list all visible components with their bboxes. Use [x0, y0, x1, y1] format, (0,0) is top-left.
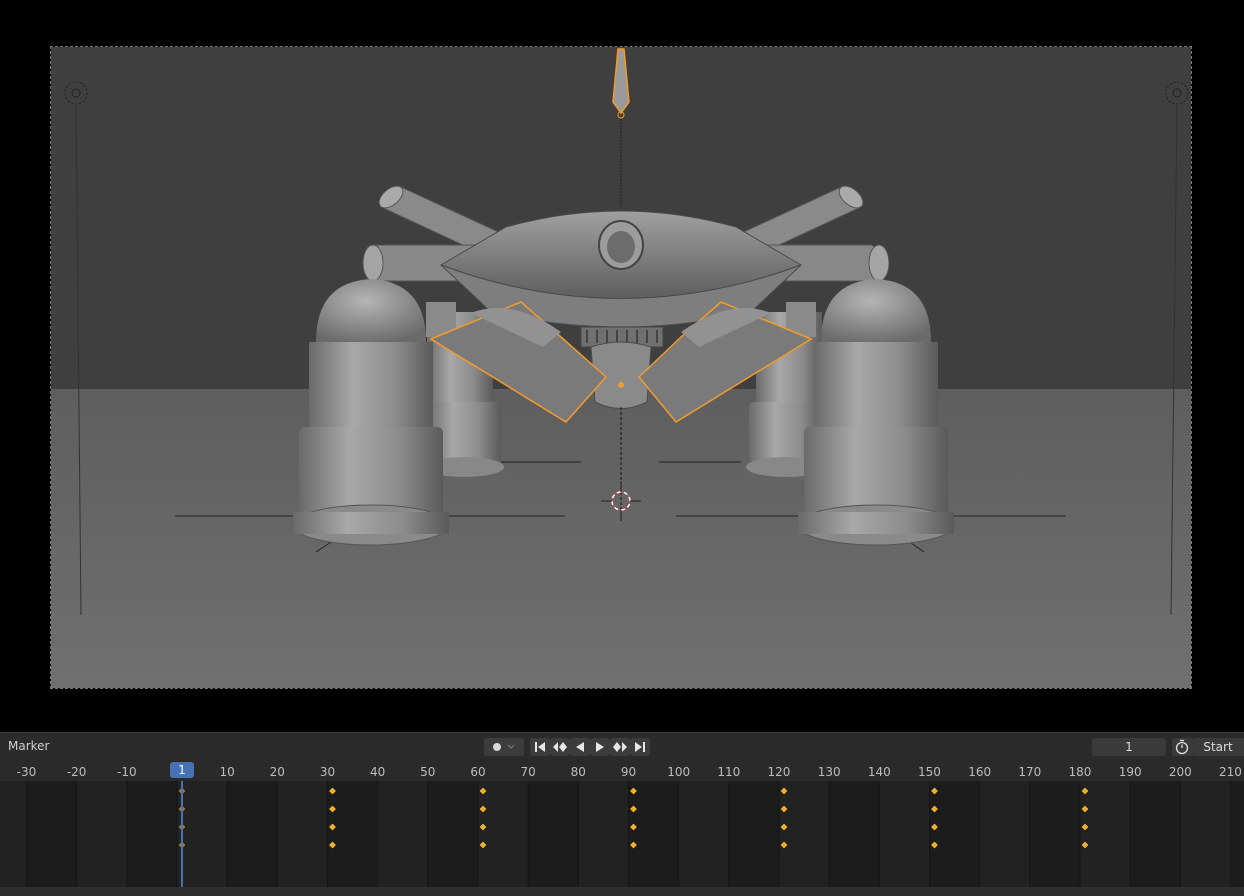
- ruler-tick-label: 40: [370, 765, 386, 779]
- frame-column: [578, 781, 629, 887]
- frame-column: [979, 781, 1030, 887]
- keyframe-tracks[interactable]: [0, 781, 1244, 887]
- camera-frame: [50, 46, 1192, 689]
- frame-column: [126, 781, 177, 887]
- next-keyframe-button[interactable]: [610, 738, 630, 756]
- marker-menu[interactable]: Marker: [8, 739, 49, 753]
- prev-keyframe-icon: [553, 742, 567, 752]
- ruler-tick-label: 10: [219, 765, 235, 779]
- frame-column: [327, 781, 378, 887]
- ruler-tick-label: -20: [66, 765, 87, 779]
- current-frame-field[interactable]: 1: [1092, 738, 1166, 756]
- frame-column: [778, 781, 830, 887]
- frame-ruler[interactable]: 1 -30 -20 -10 10 20 30 40 50 60 70 80 90 100 110 120 13…: [0, 759, 1244, 781]
- frame-column: [227, 781, 278, 887]
- ruler-tick-label: 80: [570, 765, 586, 779]
- ruler-tick-label: 210: [1219, 765, 1242, 779]
- start-frame-field[interactable]: Start: [1192, 738, 1244, 756]
- frame-column: [176, 781, 228, 887]
- frame-column: [879, 781, 930, 887]
- ruler-tick-label: 190: [1118, 765, 1142, 779]
- dropdown-chevron-icon: [507, 744, 515, 749]
- next-keyframe-icon: [613, 742, 627, 752]
- play-reverse-button[interactable]: [570, 738, 590, 756]
- frame-column: [0, 781, 27, 887]
- object-origin[interactable]: [618, 382, 624, 388]
- ruler-tick-label: 140: [867, 765, 891, 779]
- frame-column: [628, 781, 679, 887]
- frame-column: [427, 781, 478, 887]
- frame-column: [929, 781, 980, 887]
- jump-start-button[interactable]: [530, 738, 550, 756]
- jump-end-button[interactable]: [630, 738, 650, 756]
- timeline-header: Marker 1 Start: [0, 733, 1244, 759]
- ruler-tick-label: 130: [817, 765, 841, 779]
- 3d-viewport[interactable]: [0, 0, 1244, 732]
- ruler-tick-label: 180: [1068, 765, 1092, 779]
- ruler-tick-label: 110: [717, 765, 741, 779]
- frame-column: [26, 781, 77, 887]
- ruler-tick-label: 120: [767, 765, 791, 779]
- ruler-tick-label: 170: [1018, 765, 1042, 779]
- frame-column: [477, 781, 529, 887]
- use-preview-range-button[interactable]: [1172, 738, 1192, 756]
- prev-keyframe-button[interactable]: [550, 738, 570, 756]
- auto-keying-toggle[interactable]: [484, 738, 524, 756]
- stopwatch-icon: [1175, 739, 1189, 755]
- ruler-tick-label: 20: [269, 765, 285, 779]
- jump-start-icon: [535, 742, 545, 752]
- ruler-tick-label: -10: [117, 765, 137, 779]
- play-button[interactable]: [590, 738, 610, 756]
- frame-column: [528, 781, 579, 887]
- record-dot-icon: [493, 743, 501, 751]
- play-icon: [596, 742, 604, 752]
- frame-column: [1180, 781, 1231, 887]
- timeline-editor[interactable]: Marker 1 Start 1 -30 -20 -10 10 20 30 40…: [0, 732, 1244, 896]
- ruler-tick-label: 30: [319, 765, 336, 779]
- ruler-tick-label: 100: [667, 765, 691, 779]
- frame-column: [728, 781, 779, 887]
- current-frame-indicator[interactable]: 1: [170, 762, 194, 778]
- ruler-tick-label: 160: [968, 765, 992, 779]
- jump-end-icon: [635, 742, 645, 752]
- ruler-tick-label: 70: [520, 765, 536, 779]
- frame-column: [277, 781, 328, 887]
- scene-render[interactable]: [51, 47, 1191, 688]
- frame-column: [1079, 781, 1131, 887]
- ruler-tick-label: 150: [918, 765, 941, 779]
- frame-column: [76, 781, 127, 887]
- frame-column: [678, 781, 729, 887]
- ruler-tick-label: -30: [16, 765, 37, 779]
- play-reverse-icon: [576, 742, 584, 752]
- frame-column: [829, 781, 880, 887]
- frame-column: [1029, 781, 1080, 887]
- ruler-tick-label: 60: [470, 765, 486, 779]
- frame-column: [1230, 781, 1244, 887]
- ruler-tick-label: 50: [420, 765, 436, 779]
- dopesheet-summary[interactable]: [0, 781, 1244, 887]
- ruler-tick-label: 90: [620, 765, 637, 779]
- ruler-tick-label: 200: [1168, 765, 1192, 779]
- frame-column: [377, 781, 428, 887]
- frame-column: [1130, 781, 1181, 887]
